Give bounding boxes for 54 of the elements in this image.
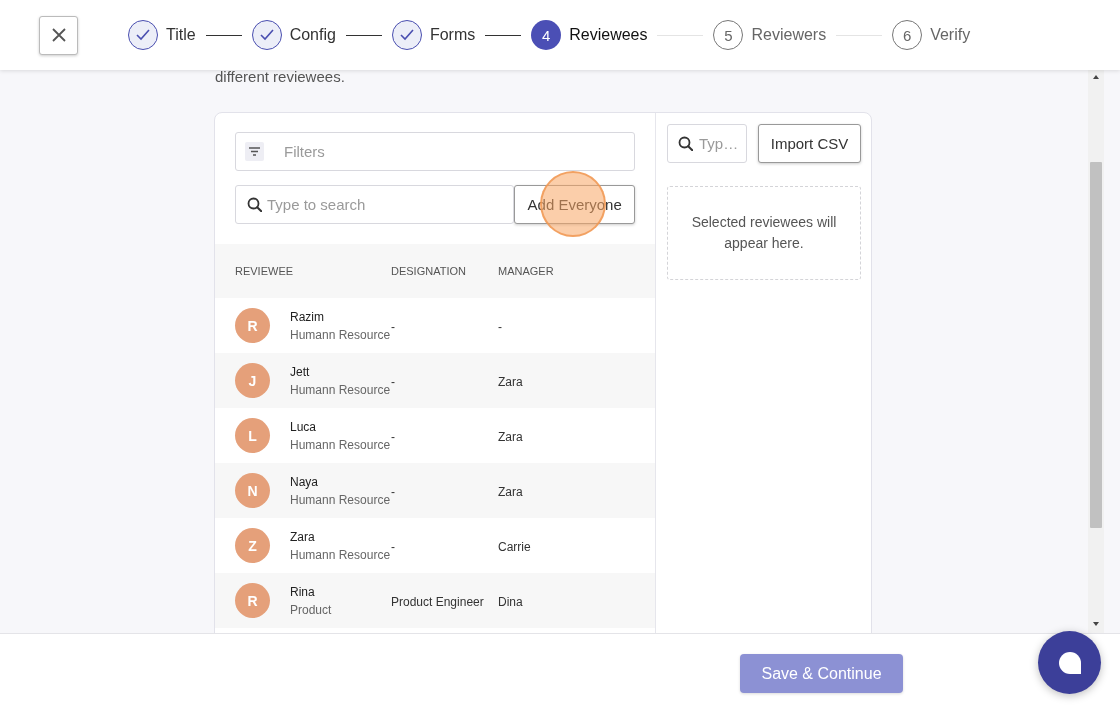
avatar: N: [235, 473, 270, 508]
reviewee-name: Razim: [290, 308, 325, 326]
step-label[interactable]: Reviewers: [751, 26, 827, 44]
manager-cell: Carrie: [498, 539, 531, 554]
manager-cell: -: [498, 319, 502, 334]
department-text: Product: [290, 601, 332, 619]
manager-cell: Dina: [498, 594, 523, 609]
avatar: L: [235, 418, 270, 453]
avatar: R: [235, 583, 270, 618]
step-label[interactable]: Verify: [930, 26, 971, 44]
department-text: Humann Resource: [290, 546, 391, 564]
designation-cell: Product Engineer: [391, 594, 484, 609]
search-field[interactable]: Type to search: [235, 185, 515, 224]
step-label[interactable]: Title: [166, 26, 196, 44]
column-header: DESIGNATION: [391, 265, 467, 277]
close-button[interactable]: [39, 15, 78, 55]
designation-cell: -: [391, 374, 395, 389]
reviewee-name: Rina: [290, 583, 316, 601]
scrollbar[interactable]: [1088, 70, 1104, 633]
designation-cell: -: [391, 484, 395, 499]
department-text: Humann Resource: [290, 326, 391, 344]
import-csv-button[interactable]: Import CSV: [758, 124, 861, 163]
avatar: J: [235, 363, 270, 398]
intro-text: different reviewees.: [215, 70, 346, 85]
designation-cell: -: [391, 429, 395, 444]
department-text: Humann Resource: [290, 381, 391, 399]
manager-cell: Zara: [498, 374, 523, 389]
step-label[interactable]: Config: [289, 26, 336, 44]
manager-cell: Zara: [498, 484, 523, 499]
chat-bubble-icon: [1058, 651, 1081, 674]
close-icon: [50, 27, 67, 43]
designation-cell: -: [391, 539, 395, 554]
reviewee-name: Luca: [290, 418, 318, 436]
chat-button[interactable]: [1038, 631, 1101, 694]
reviewee-name: Naya: [290, 473, 319, 491]
search-icon: [678, 136, 693, 151]
avatar: Z: [235, 528, 270, 563]
search-icon: [247, 197, 262, 212]
department-text: Humann Resource: [290, 491, 391, 509]
column-header: MANAGER: [498, 265, 555, 277]
empty-message: Selected reviewees will appear here.: [690, 213, 838, 253]
filter-icon: [245, 142, 264, 161]
step-label[interactable]: Reviewees: [569, 26, 648, 44]
search-field[interactable]: Typ…: [667, 124, 747, 163]
reviewee-name: Zara: [290, 528, 316, 546]
column-header: REVIEWEE: [235, 265, 295, 277]
filters-field[interactable]: Filters: [235, 132, 635, 171]
avatar: R: [235, 308, 270, 343]
designation-cell: -: [391, 319, 395, 334]
step-number: 4: [531, 20, 562, 50]
reviewee-name: Jett: [290, 363, 311, 381]
manager-cell: Zara: [498, 429, 523, 444]
department-text: Humann Resource: [290, 436, 391, 454]
step-label[interactable]: Forms: [429, 26, 476, 44]
